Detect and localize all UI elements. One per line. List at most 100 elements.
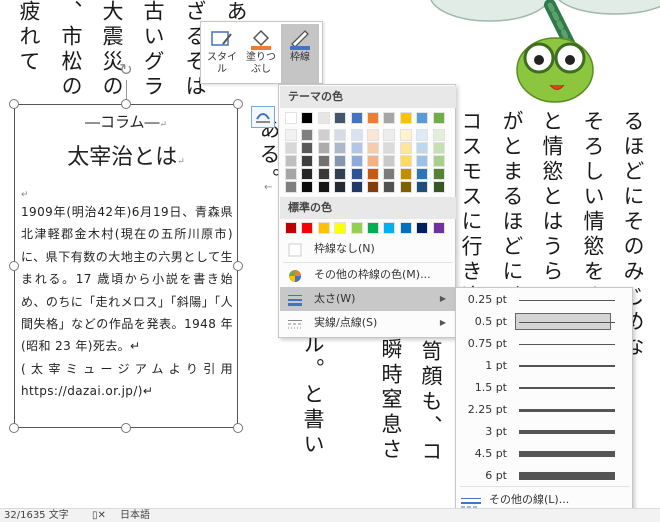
color-swatch[interactable] [367, 222, 379, 234]
color-swatch[interactable] [317, 181, 330, 193]
color-swatch[interactable] [301, 155, 314, 167]
color-swatch[interactable] [416, 129, 429, 141]
color-swatch[interactable] [350, 129, 363, 141]
color-swatch[interactable] [367, 168, 379, 180]
weight-option[interactable]: 0.75 pt [457, 333, 633, 355]
color-swatch[interactable] [317, 142, 330, 154]
color-swatch[interactable] [334, 222, 347, 234]
color-swatch[interactable] [301, 112, 314, 124]
weight-option[interactable]: 4.5 pt [457, 443, 633, 465]
color-swatch[interactable] [432, 155, 445, 167]
language-indicator[interactable]: 日本語 [120, 509, 150, 522]
layout-options-icon[interactable] [251, 106, 275, 128]
color-swatch[interactable] [399, 112, 412, 124]
color-swatch[interactable] [383, 168, 396, 180]
color-swatch[interactable] [285, 155, 297, 167]
color-swatch[interactable] [367, 142, 379, 154]
color-swatch[interactable] [350, 181, 363, 193]
weight-option[interactable]: 3 pt [457, 421, 633, 443]
color-swatch[interactable] [301, 181, 314, 193]
weight-option[interactable]: 6 pt [457, 465, 633, 487]
color-swatch[interactable] [383, 129, 396, 141]
word-count[interactable]: 32/1635 文字 [4, 509, 69, 522]
fill-button[interactable]: 塗りつぶし [242, 24, 280, 83]
resize-handle[interactable] [9, 423, 19, 433]
color-swatch[interactable] [334, 112, 347, 124]
weight-option[interactable]: 1.5 pt [457, 377, 633, 399]
weight-option[interactable]: 0.5 pt [457, 311, 633, 333]
color-swatch[interactable] [334, 142, 347, 154]
color-swatch[interactable] [367, 129, 379, 141]
dashes-item[interactable]: 実線/点線(S) ▶ [280, 311, 456, 335]
color-swatch[interactable] [350, 142, 363, 154]
color-swatch[interactable] [367, 155, 379, 167]
resize-handle[interactable] [9, 99, 19, 109]
color-swatch[interactable] [383, 181, 396, 193]
color-swatch[interactable] [416, 142, 429, 154]
resize-handle[interactable] [233, 261, 243, 271]
weight-item[interactable]: 太さ(W) ▶ [280, 287, 456, 311]
rotate-handle-icon[interactable]: ↻ [117, 60, 135, 79]
color-swatch[interactable] [317, 222, 330, 234]
color-swatch[interactable] [383, 142, 396, 154]
color-swatch[interactable] [350, 155, 363, 167]
color-swatch[interactable] [285, 168, 297, 180]
color-swatch[interactable] [399, 168, 412, 180]
color-swatch[interactable] [334, 168, 347, 180]
resize-handle[interactable] [121, 99, 131, 109]
outline-button[interactable]: 枠線 [281, 24, 319, 83]
color-swatch[interactable] [432, 181, 445, 193]
color-swatch[interactable] [301, 129, 314, 141]
color-swatch[interactable] [367, 112, 379, 124]
weight-option[interactable]: 2.25 pt [457, 399, 633, 421]
resize-handle[interactable] [121, 423, 131, 433]
column-textbox[interactable]: ―コラム―↵ 太宰治とは↵ ↵ 1909年(明治42年)6月19日、青森県北津軽… [14, 104, 238, 428]
color-swatch[interactable] [432, 112, 445, 124]
color-swatch[interactable] [350, 168, 363, 180]
color-swatch[interactable] [285, 181, 297, 193]
resize-handle[interactable] [233, 99, 243, 109]
color-swatch[interactable] [432, 168, 445, 180]
color-swatch[interactable] [334, 129, 347, 141]
color-swatch[interactable] [285, 129, 297, 141]
color-swatch[interactable] [432, 129, 445, 141]
resize-handle[interactable] [9, 261, 19, 271]
resize-handle[interactable] [233, 423, 243, 433]
color-swatch[interactable] [399, 222, 412, 234]
proofing-icon[interactable]: ▯✕ [92, 509, 106, 522]
color-swatch[interactable] [350, 112, 363, 124]
color-swatch[interactable] [399, 181, 412, 193]
color-swatch[interactable] [383, 155, 396, 167]
color-swatch[interactable] [334, 181, 347, 193]
color-swatch[interactable] [317, 129, 330, 141]
color-swatch[interactable] [285, 142, 297, 154]
color-swatch[interactable] [317, 112, 330, 124]
color-swatch[interactable] [301, 142, 314, 154]
color-swatch[interactable] [285, 222, 297, 234]
color-swatch[interactable] [383, 112, 396, 124]
color-swatch[interactable] [416, 168, 429, 180]
color-swatch[interactable] [432, 222, 445, 234]
color-swatch[interactable] [285, 112, 297, 124]
weight-option[interactable]: 1 pt [457, 355, 633, 377]
color-swatch[interactable] [416, 181, 429, 193]
color-swatch[interactable] [432, 142, 445, 154]
color-swatch[interactable] [383, 222, 396, 234]
color-swatch[interactable] [416, 222, 429, 234]
color-swatch[interactable] [416, 112, 429, 124]
color-swatch[interactable] [367, 181, 379, 193]
color-swatch[interactable] [399, 142, 412, 154]
color-swatch[interactable] [301, 222, 314, 234]
no-outline-item[interactable]: 枠線なし(N) [280, 237, 456, 261]
color-swatch[interactable] [399, 129, 412, 141]
color-swatch[interactable] [399, 155, 412, 167]
color-swatch[interactable] [301, 168, 314, 180]
color-swatch[interactable] [350, 222, 363, 234]
style-button[interactable]: スタイル [203, 24, 241, 83]
color-swatch[interactable] [334, 155, 347, 167]
more-outline-colors-item[interactable]: その他の枠線の色(M)... [280, 263, 456, 287]
color-swatch[interactable] [416, 155, 429, 167]
color-swatch[interactable] [317, 155, 330, 167]
color-swatch[interactable] [317, 168, 330, 180]
weight-option[interactable]: 0.25 pt [457, 289, 633, 311]
